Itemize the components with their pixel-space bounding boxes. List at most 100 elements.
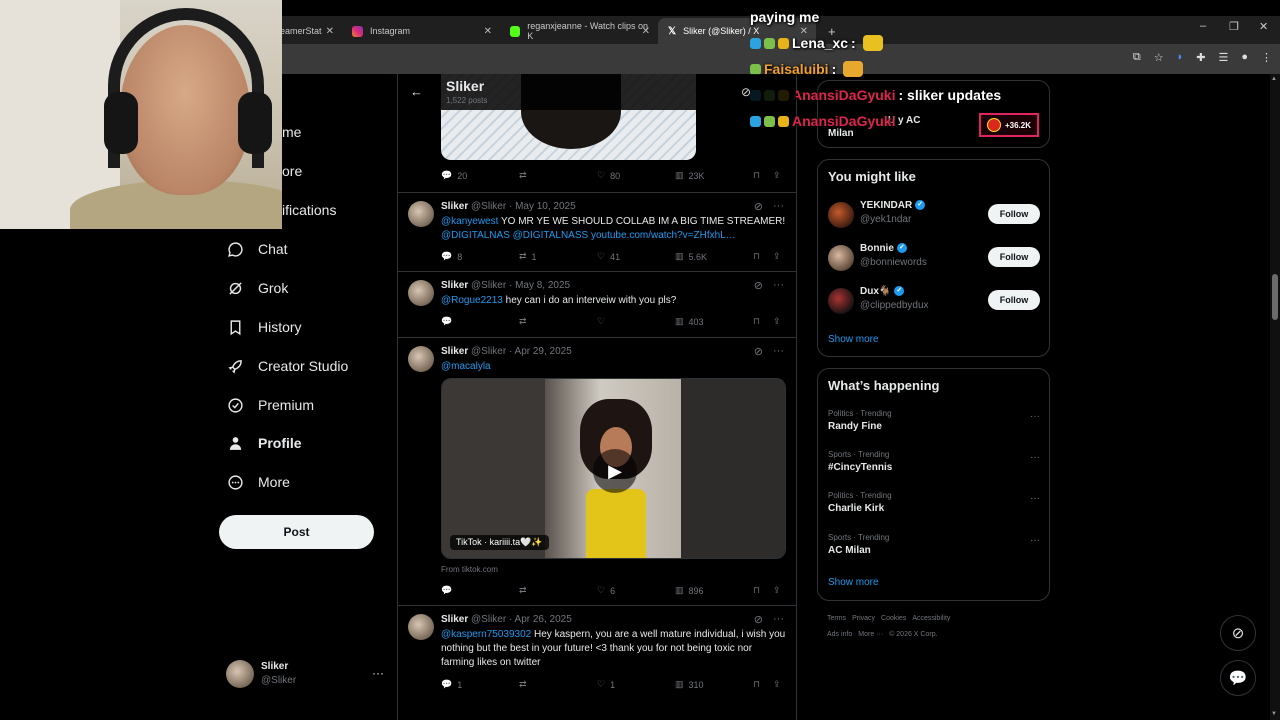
avatar[interactable] [828, 202, 854, 228]
sidebar-item-home-partial[interactable]: me [282, 124, 301, 140]
views-button[interactable]: ▥ 310 [675, 679, 704, 690]
more-options-icon[interactable]: ··· [773, 279, 784, 292]
tweet-date[interactable]: Apr 26, 2025 [515, 614, 572, 625]
more-options-icon[interactable]: ··· [773, 345, 784, 358]
bookmark-icon[interactable]: ⊓ [753, 170, 760, 181]
views-button[interactable]: ▥ 5.6K [675, 251, 707, 262]
footer-link-more[interactable]: More ··· [858, 631, 883, 638]
reading-list-icon[interactable]: ☰ [1218, 51, 1228, 64]
show-more-link[interactable]: Show more [828, 577, 879, 588]
extension-icon[interactable]: ◗ [1177, 51, 1184, 64]
tweet[interactable]: Sliker @Sliker · Apr 26, 2025 ⊘ ··· @kasp… [398, 605, 796, 701]
more-options-icon[interactable]: ··· [773, 200, 784, 213]
messages-floating-button[interactable]: 💬 [1220, 660, 1256, 696]
show-more-link[interactable]: Show more [828, 334, 879, 345]
tweet-date[interactable]: May 10, 2025 [515, 201, 576, 212]
browser-tab-kick[interactable]: reganxjeanne - Watch clips on K ✕ [500, 18, 658, 44]
avatar[interactable] [828, 288, 854, 314]
repost-button[interactable]: ⇄ [519, 585, 527, 596]
restore-button[interactable]: ❐ [1229, 20, 1239, 33]
more-options-icon[interactable]: ··· [1030, 411, 1040, 422]
views-button[interactable]: ▥ 403 [675, 316, 704, 327]
grok-icon[interactable]: ⊘ [741, 85, 751, 99]
avatar[interactable] [828, 245, 854, 271]
reply-button[interactable]: 💬 [441, 316, 452, 327]
scroll-up-arrow-icon[interactable]: ▲ [1271, 76, 1277, 82]
suggested-user[interactable]: Dux🐐 ✓ @clippedbydux Follow [828, 286, 1040, 318]
close-icon[interactable]: ✕ [326, 26, 334, 37]
avatar[interactable] [408, 614, 434, 640]
sidebar-item-premium[interactable]: Premium [226, 396, 314, 414]
sidebar-item-profile[interactable]: Profile [226, 434, 302, 452]
like-button[interactable]: ♡ 6 [597, 585, 615, 596]
tweet[interactable]: Sliker @Sliker · Apr 29, 2025 ⊘ ··· @maca… [398, 337, 796, 605]
suggested-user[interactable]: YEKINDAR ✓ @yek1ndar Follow [828, 200, 1040, 232]
sidebar-item-more[interactable]: More [226, 473, 290, 491]
more-options-icon[interactable]: ··· [1030, 452, 1040, 463]
more-options-icon[interactable]: ··· [773, 613, 784, 626]
trend-item[interactable]: Sports · Trending #CincyTennis ··· [828, 450, 1040, 473]
tweet-links[interactable]: @DIGITALNAS @DIGITALNASS youtube.com/wat… [441, 230, 736, 241]
new-tab-button[interactable]: + [818, 18, 842, 44]
suggested-user[interactable]: Bonnie ✓ @bonniewords Follow [828, 243, 1040, 275]
bookmark-icon[interactable]: ⊓ [753, 316, 760, 327]
more-options-icon[interactable]: ··· [1030, 535, 1040, 546]
post-button[interactable]: Post [219, 515, 374, 549]
bookmark-star-icon[interactable]: ☆ [1154, 51, 1164, 64]
trend-item[interactable]: Sports · Trending AC Milan ··· [828, 533, 1040, 556]
close-icon[interactable]: ✕ [484, 26, 492, 37]
browser-tab-instagram[interactable]: Instagram ✕ [342, 18, 500, 44]
sidebar-item-history[interactable]: History [226, 318, 302, 336]
footer-link-ads-info[interactable]: Ads info [827, 631, 852, 638]
reply-button[interactable]: 💬 20 [441, 170, 467, 181]
sidebar-item-explore-partial[interactable]: ore [282, 163, 302, 179]
follow-button[interactable]: Follow [988, 247, 1040, 267]
footer-link-accessibility[interactable]: Accessibility [912, 615, 950, 622]
avatar[interactable] [408, 280, 434, 306]
like-button[interactable]: ♡ [597, 316, 605, 327]
link-source[interactable]: From tiktok.com [441, 565, 498, 574]
close-window-button[interactable]: ✕ [1259, 20, 1268, 33]
close-icon[interactable]: ✕ [642, 26, 650, 37]
close-icon[interactable]: ✕ [800, 26, 808, 37]
bookmark-icon[interactable]: ⊓ [753, 251, 760, 262]
trend-item[interactable]: Politics · Trending Randy Fine ··· [828, 409, 1040, 432]
grok-icon[interactable]: ⊘ [754, 613, 763, 626]
account-switcher[interactable]: Sliker @Sliker ··· [226, 660, 386, 690]
bookmark-icon[interactable]: ⊓ [753, 679, 760, 690]
views-button[interactable]: ▥ 896 [675, 585, 704, 596]
minimize-button[interactable]: – [1200, 20, 1206, 32]
like-button[interactable]: ♡ 1 [597, 679, 615, 690]
share-icon[interactable]: ⇪ [773, 585, 781, 596]
more-options-icon[interactable]: ··· [1030, 493, 1040, 504]
scrollbar[interactable] [1270, 74, 1280, 720]
scrollbar-thumb[interactable] [1272, 274, 1278, 320]
profile-icon[interactable]: ● [1241, 51, 1248, 64]
install-app-icon[interactable]: ⧉ [1133, 51, 1141, 64]
reply-button[interactable]: 💬 1 [441, 679, 462, 690]
sidebar-item-grok[interactable]: Grok [226, 279, 288, 297]
scroll-down-arrow-icon[interactable]: ▼ [1271, 711, 1277, 717]
tweet[interactable]: Sliker @Sliker · May 10, 2025 ⊘ ··· @kany… [398, 192, 796, 271]
follow-button[interactable]: Follow [988, 204, 1040, 224]
mention-link[interactable]: @kanyewest [441, 216, 498, 227]
account-menu-icon[interactable]: ··· [372, 666, 384, 680]
grok-icon[interactable]: ⊘ [754, 345, 763, 358]
views-button[interactable]: ▥ 23K [675, 170, 705, 181]
avatar[interactable] [408, 346, 434, 372]
avatar[interactable] [408, 201, 434, 227]
footer-link-cookies[interactable]: Cookies [881, 615, 906, 622]
tweet[interactable]: Sliker @Sliker · May 8, 2025 ⊘ ··· @Rogue… [398, 271, 796, 337]
share-icon[interactable]: ⇪ [773, 170, 781, 181]
share-icon[interactable]: ⇪ [773, 251, 781, 262]
mention-link[interactable]: @Rogue2213 [441, 295, 503, 306]
browser-menu-icon[interactable]: ⋮ [1261, 51, 1272, 64]
mention-link[interactable]: @kaspern75039302 [441, 629, 531, 640]
footer-link-privacy[interactable]: Privacy [852, 615, 875, 622]
repost-button[interactable]: ⇄ [519, 170, 527, 181]
share-icon[interactable]: ⇪ [773, 679, 781, 690]
mention-link[interactable]: @macalyla [441, 361, 491, 372]
grok-icon[interactable]: ⊘ [754, 279, 763, 292]
reply-button[interactable]: 💬 [441, 585, 452, 596]
like-button[interactable]: ♡ 80 [597, 170, 620, 181]
